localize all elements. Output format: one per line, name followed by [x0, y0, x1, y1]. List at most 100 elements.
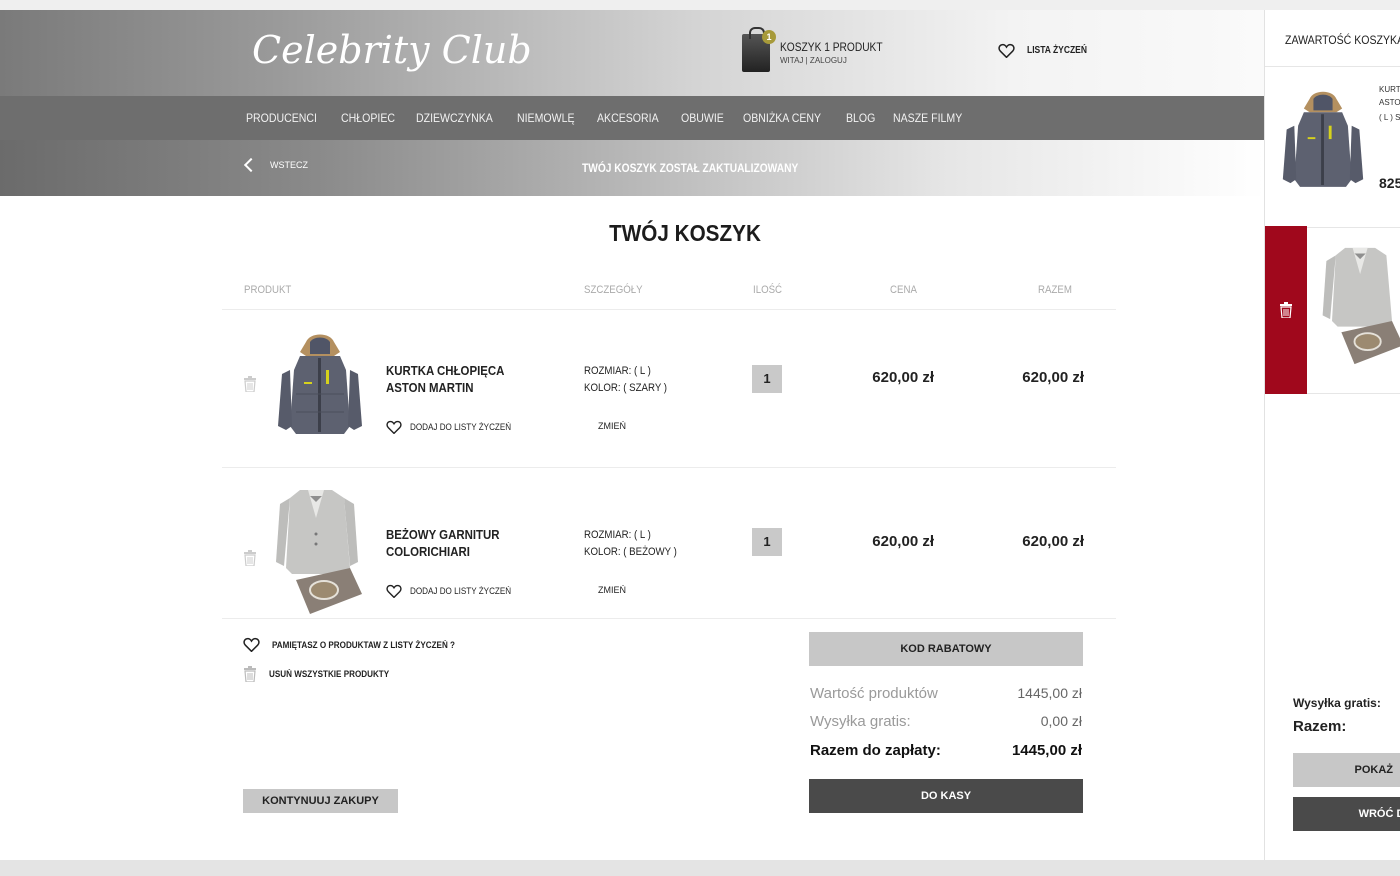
cart-updated-message: TWÓJ KOSZYK ZOSTAŁ ZAKTUALIZOWANY	[582, 161, 799, 175]
notification-bar: WSTECZ TWÓJ KOSZYK ZOSTAŁ ZAKTUALIZOWANY	[0, 140, 1265, 196]
trash-icon[interactable]	[243, 550, 257, 566]
unit-price: 620,00 zł	[872, 533, 934, 550]
size-value: ROZMIAR: ( L )	[584, 365, 651, 377]
remove-all-link[interactable]: USUŃ WSZYSTKIE PRODUKTY	[243, 666, 403, 682]
side-panel-title: ZAWARTOŚĆ KOSZYKA	[1285, 33, 1400, 47]
site-header: Celebrity Club 1 KOSZYK 1 PRODUKT WITAJ …	[0, 10, 1265, 96]
side-item-delete[interactable]	[1265, 226, 1307, 394]
trash-icon	[244, 666, 256, 682]
add-to-wishlist-link[interactable]: DODAJ DO LISTY ŻYCZEŃ	[386, 420, 522, 434]
size-value: ROZMIAR: ( L )	[584, 529, 651, 541]
remove-all-label: USUŃ WSZYSTKIE PRODUKTY	[269, 669, 390, 679]
summary-shipping-label: Wysyłka gratis:	[810, 713, 911, 730]
nav-item-sale[interactable]: OBNIŻKA CENY	[743, 111, 821, 125]
wishlist-link[interactable]: LISTA ŻYCZEŃ	[998, 43, 1098, 58]
main-nav: PRODUCENCI CHŁOPIEC DZIEWCZYNKA NIEMOWLĘ…	[0, 96, 1265, 140]
quantity-field[interactable]: 1	[752, 365, 782, 393]
heart-icon	[386, 420, 402, 434]
continue-shopping-button[interactable]: KONTYNUUJ ZAKUPY	[243, 789, 398, 813]
window-bottom-edge	[0, 860, 1400, 876]
wishlist-label: LISTA ŻYCZEŃ	[1027, 45, 1087, 56]
product-name[interactable]: KURTKA CHŁOPIĘCA ASTON MARTIN	[386, 362, 504, 396]
page: Celebrity Club 1 KOSZYK 1 PRODUKT WITAJ …	[0, 10, 1400, 860]
add-to-wishlist-link[interactable]: DODAJ DO LISTY ŻYCZEŃ	[386, 584, 522, 598]
show-cart-button[interactable]: POKAŻ	[1293, 753, 1400, 787]
product-details: ROZMIAR: ( L ) KOLOR: ( SZARY )	[584, 363, 667, 397]
back-button[interactable]: WSTECZ	[243, 157, 308, 173]
window-top-edge	[0, 0, 1400, 10]
unit-price: 620,00 zł	[872, 369, 934, 386]
wishlist-reminder-label: PAMIĘTASZ O PRODUKTAW Z LISTY ŻYCZEŃ ?	[272, 639, 456, 650]
summary-shipping: Wysyłka gratis: 0,00 zł	[810, 713, 1082, 730]
discount-code-button[interactable]: KOD RABATOWY	[809, 632, 1083, 666]
suit-thumbnail	[1322, 247, 1400, 365]
nav-item-shoes[interactable]: OBUWIE	[681, 111, 724, 125]
column-header-details: SZCZEGÓŁY	[584, 284, 643, 296]
cart-row: BEŻOWY GARNITUR COLORICHIARI DODAJ DO LI…	[222, 468, 1116, 618]
mini-cart[interactable]: 1 KOSZYK 1 PRODUKT WITAJ | ZALOGUJ	[740, 27, 883, 78]
summary-total-value: 1445,00 zł	[1011, 742, 1082, 759]
wishlist-reminder-link[interactable]: PAMIĘTASZ O PRODUKTAW Z LISTY ŻYCZEŃ ?	[243, 637, 475, 652]
cart-count-badge: 1	[762, 30, 776, 44]
nav-item-blog[interactable]: BLOG	[846, 111, 875, 125]
nav-item-producers[interactable]: PRODUCENCI	[246, 111, 317, 125]
column-header-total: RAZEM	[1038, 284, 1072, 296]
heart-icon	[243, 637, 260, 652]
summary-products-value: 1445,00 zł	[1017, 685, 1082, 701]
divider	[222, 618, 1116, 619]
back-to-shop-button[interactable]: WRÓĆ DO	[1293, 797, 1400, 831]
nav-item-films[interactable]: NASZE FILMY	[893, 111, 962, 125]
back-label: WSTECZ	[270, 160, 308, 170]
chevron-left-icon	[243, 157, 259, 173]
product-name-line1: BEŻOWY GARNITUR	[386, 527, 500, 542]
mini-cart-title[interactable]: KOSZYK 1 PRODUKT	[780, 40, 883, 54]
trash-icon	[1280, 302, 1292, 318]
jacket-thumbnail	[1282, 91, 1364, 187]
quantity-field[interactable]: 1	[752, 528, 782, 556]
product-details: ROZMIAR: ( L ) KOLOR: ( BEŻOWY )	[584, 527, 677, 561]
color-value: KOLOR: ( SZARY )	[584, 382, 668, 394]
product-name-line2: COLORICHIARI	[386, 544, 470, 559]
side-panel-item[interactable]	[1265, 226, 1400, 394]
nav-item-accessories[interactable]: AKCESORIA	[597, 111, 659, 125]
column-header-qty: ILOŚĆ	[753, 284, 783, 296]
side-item-variant: ( L ) S	[1379, 113, 1400, 122]
side-shipping-label: Wysyłka gratis:	[1293, 696, 1381, 710]
color-value: KOLOR: ( BEŻOWY )	[584, 546, 677, 558]
side-item-price: 825	[1379, 175, 1400, 191]
checkout-button[interactable]: DO KASY	[809, 779, 1083, 813]
side-total-label: Razem:	[1293, 718, 1347, 735]
cart-row: KURTKA CHŁOPIĘCA ASTON MARTIN DODAJ DO L…	[222, 310, 1116, 468]
summary-shipping-value: 0,00 zł	[1040, 713, 1082, 729]
change-link[interactable]: ZMIEŃ	[598, 421, 626, 431]
cart-side-panel: ZAWARTOŚĆ KOSZYKA KURT ASTO ( L ) S 825	[1264, 10, 1400, 860]
summary-total-label: Razem do zapłaty:	[810, 742, 941, 759]
login-links[interactable]: WITAJ | ZALOGUJ	[780, 56, 847, 65]
summary-products-label: Wartość produktów	[810, 685, 938, 702]
line-total: 620,00 zł	[1022, 369, 1084, 386]
add-to-wishlist-label: DODAJ DO LISTY ŻYCZEŃ	[410, 586, 512, 596]
line-total: 620,00 zł	[1022, 533, 1084, 550]
summary-total: Razem do zapłaty: 1445,00 zł	[810, 742, 1082, 759]
heart-icon	[386, 584, 402, 598]
side-item-name-2: ASTO	[1379, 98, 1400, 107]
nav-item-girl[interactable]: DZIEWCZYNKA	[416, 111, 493, 125]
nav-item-boy[interactable]: CHŁOPIEC	[341, 111, 395, 125]
column-header-price: CENA	[890, 284, 917, 296]
product-name[interactable]: BEŻOWY GARNITUR COLORICHIARI	[386, 526, 500, 560]
summary-products: Wartość produktów 1445,00 zł	[810, 685, 1082, 702]
suit-thumbnail[interactable]	[270, 484, 366, 618]
side-panel-item[interactable]: KURT ASTO ( L ) S 825	[1265, 66, 1400, 228]
column-header-product: PRODUKT	[244, 284, 292, 296]
page-title: TWÓJ KOSZYK	[609, 220, 761, 246]
trash-icon[interactable]	[243, 376, 257, 392]
product-name-line1: KURTKA CHŁOPIĘCA	[386, 363, 505, 378]
side-item-name: KURT	[1379, 85, 1400, 94]
back-to-shop-label: WRÓĆ DO	[1358, 808, 1400, 820]
add-to-wishlist-label: DODAJ DO LISTY ŻYCZEŃ	[410, 422, 512, 432]
heart-icon	[998, 43, 1015, 58]
jacket-thumbnail[interactable]	[274, 330, 366, 442]
nav-item-baby[interactable]: NIEMOWLĘ	[517, 111, 575, 125]
site-logo[interactable]: Celebrity Club	[252, 28, 532, 72]
change-link[interactable]: ZMIEŃ	[598, 585, 626, 595]
